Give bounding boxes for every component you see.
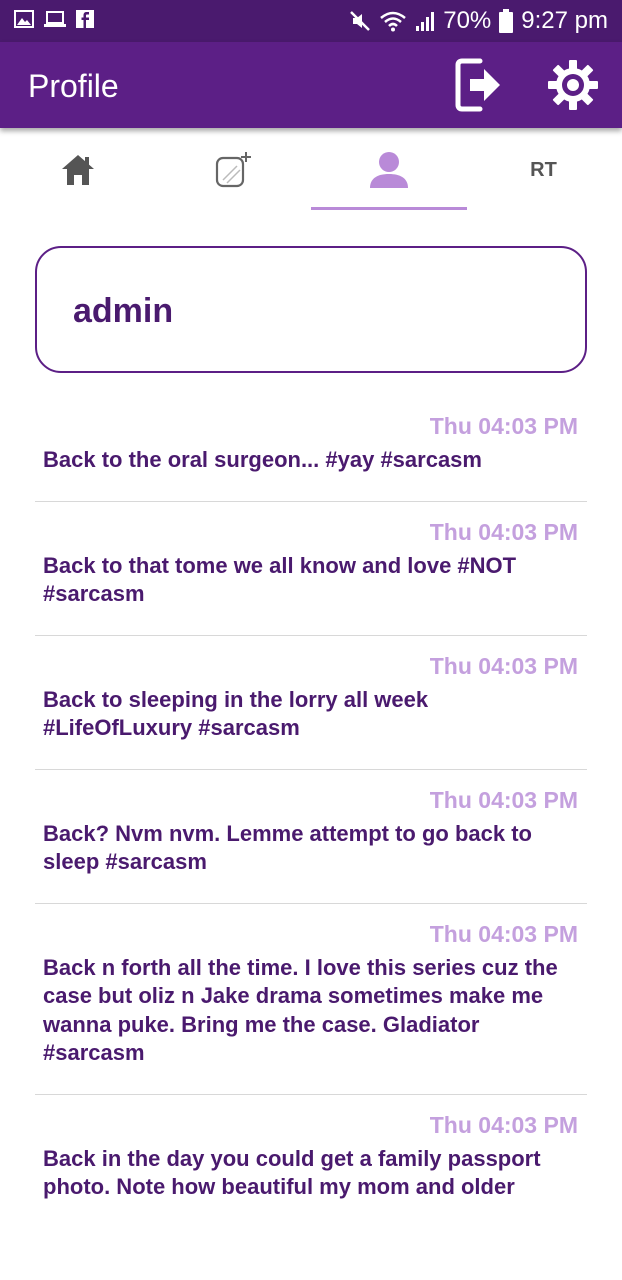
facebook-icon [76,10,94,28]
page-title: Profile [28,68,119,104]
profile-card: admin [35,246,587,373]
logout-button[interactable] [452,58,506,112]
app-bar: Profile [0,42,622,128]
list-item[interactable]: Thu 04:03 PM Back? Nvm nvm. Lemme attemp… [35,770,587,904]
active-tab-indicator [311,207,467,210]
list-item[interactable]: Thu 04:03 PM Back n forth all the time. … [35,904,587,1095]
tab-new-post[interactable] [155,128,310,212]
post-text: Back? Nvm nvm. Lemme attempt to go back … [43,820,532,875]
new-post-icon [215,152,251,188]
tab-profile[interactable] [311,128,466,212]
tab-rt-label: RT [530,158,557,181]
list-item[interactable]: Thu 04:03 PM Back to the oral surgeon...… [35,396,587,502]
post-time: Thu 04:03 PM [429,518,578,545]
post-list: Thu 04:03 PM Back to the oral surgeon...… [35,396,587,1228]
battery-percent: 70% [443,7,492,34]
post-time: Thu 04:03 PM [429,1111,578,1138]
laptop-icon [44,11,66,27]
settings-icon [548,60,598,110]
wifi-icon [380,11,407,32]
home-icon [61,155,94,185]
signal-icon [416,12,435,31]
gallery-icon [14,10,34,28]
status-time: 9:27 pm [521,7,608,34]
tab-bar: RT [0,128,622,212]
profile-username: admin [73,292,174,330]
post-text: Back in the day you could get a family p… [43,1145,541,1200]
post-time: Thu 04:03 PM [429,413,578,439]
post-time: Thu 04:03 PM [429,652,578,679]
post-text: Back to the oral surgeon... #yay #sarcas… [43,447,482,472]
post-time: Thu 04:03 PM [429,920,578,947]
battery-icon [499,9,514,33]
list-item[interactable]: Thu 04:03 PM Back to sleeping in the lor… [35,636,587,770]
list-item[interactable]: Thu 04:03 PM Back to that tome we all kn… [35,502,587,636]
post-time: Thu 04:03 PM [429,786,578,813]
tab-home[interactable] [0,128,155,212]
post-text: Back to sleeping in the lorry all week #… [43,686,429,741]
post-text: Back n forth all the time. I love this s… [43,954,558,1066]
tab-rt[interactable]: RT [466,128,621,212]
status-bar: 70% 9:27 pm [0,0,622,42]
list-item[interactable]: Thu 04:03 PM Back in the day you could g… [35,1095,587,1228]
settings-button[interactable] [546,58,600,112]
logout-icon [455,58,500,112]
profile-icon [369,152,408,188]
post-text: Back to that tome we all know and love #… [43,552,517,607]
mute-icon [350,11,371,31]
